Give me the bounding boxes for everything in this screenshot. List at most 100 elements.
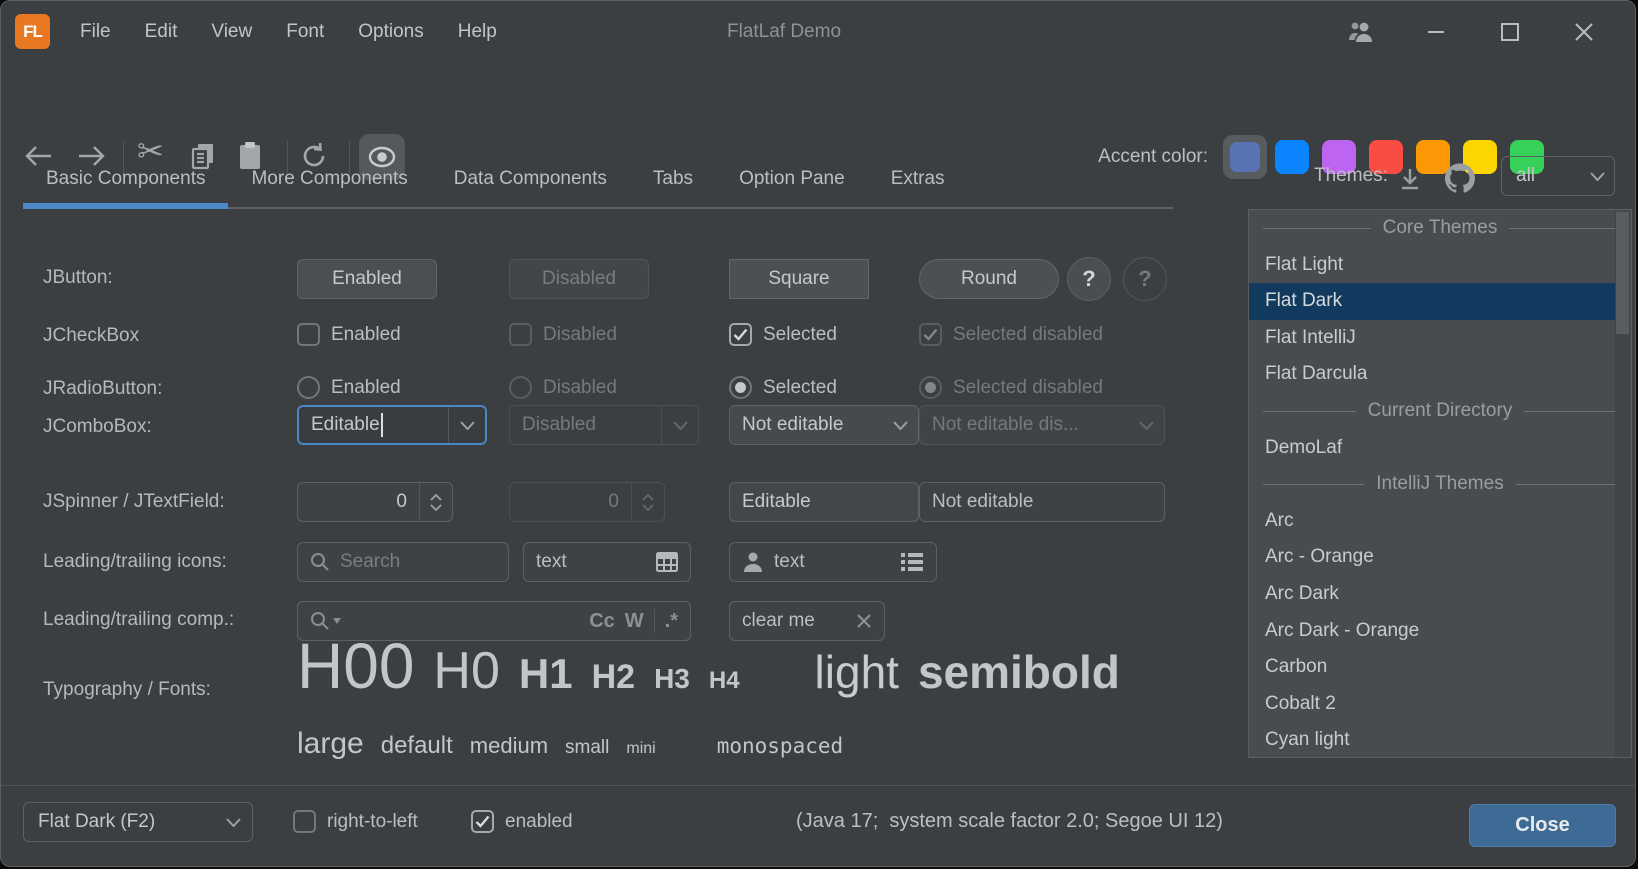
scrollbar-thumb[interactable]	[1616, 212, 1629, 334]
theme-item-flat-light[interactable]: Flat Light	[1249, 247, 1631, 284]
checkbox-icon	[509, 323, 532, 346]
chevron-down-icon[interactable]	[448, 407, 485, 443]
typography-headings: H00 H0 H1 H2 H3 H4 light semibold	[297, 629, 1120, 703]
theme-item-arc---orange[interactable]: Arc - Orange	[1249, 539, 1631, 576]
text-caret	[381, 413, 383, 437]
close-window-button[interactable]	[1569, 17, 1599, 47]
theme-item-arc-dark[interactable]: Arc Dark	[1249, 576, 1631, 613]
checkbox-selected[interactable]: Selected	[729, 323, 837, 346]
close-button[interactable]: Close	[1469, 804, 1616, 847]
theme-item-flat-intellij[interactable]: Flat IntelliJ	[1249, 320, 1631, 357]
radio-selected-icon	[919, 376, 942, 399]
download-icon[interactable]	[1397, 167, 1423, 193]
themes-filter-combobox[interactable]: all	[1501, 156, 1615, 196]
theme-item-carbon[interactable]: Carbon	[1249, 649, 1631, 686]
color-swatch-icon	[1275, 140, 1309, 174]
accent-swatch-default-blue[interactable]	[1223, 135, 1267, 179]
theme-item-arc-dark---orange[interactable]: Arc Dark - Orange	[1249, 613, 1631, 650]
theme-item-demolaf[interactable]: DemoLaf	[1249, 430, 1631, 467]
text-field-trailing-table[interactable]: text	[523, 542, 691, 582]
search-dropdown-icon[interactable]	[310, 611, 341, 631]
chevron-down-icon	[1580, 172, 1614, 181]
square-button[interactable]: Square	[729, 259, 869, 299]
size-mini: mini	[626, 740, 655, 758]
enabled-checkbox[interactable]: enabled	[471, 810, 573, 833]
size-medium: medium	[470, 733, 548, 759]
maximize-button[interactable]	[1495, 17, 1525, 47]
checkbox-checked-icon	[471, 810, 494, 833]
theme-item-flat-dark[interactable]: Flat Dark	[1249, 283, 1615, 320]
minimize-button[interactable]	[1421, 17, 1451, 47]
heading-h4: H4	[709, 667, 740, 695]
typography-sizes: large default medium small mini monospac…	[297, 727, 843, 761]
github-icon[interactable]	[1445, 163, 1475, 193]
title-bar: FL FileEditViewFontOptionsHelp FlatLaf D…	[1, 1, 1635, 63]
theme-group-separator: Current Directory	[1249, 393, 1631, 430]
jcombobox-label: JComboBox:	[43, 416, 152, 438]
spinner-arrows-icon	[631, 483, 664, 521]
radio-disabled: Disabled	[509, 376, 617, 399]
spinner-disabled: 0	[509, 482, 665, 522]
laf-combobox[interactable]: Flat Dark (F2)	[23, 802, 253, 842]
tab-tabs[interactable]: Tabs	[630, 151, 716, 207]
textfield-editable[interactable]: Editable	[729, 482, 919, 522]
radio-icon	[297, 376, 320, 399]
clear-icon[interactable]	[856, 613, 872, 629]
heading-h2: H2	[592, 658, 635, 697]
chevron-down-icon	[1128, 406, 1164, 444]
combobox-noneditable[interactable]: Not editable	[729, 405, 919, 445]
status-text: (Java 17; system scale factor 2.0; Segoe…	[796, 810, 1223, 833]
size-small: small	[565, 737, 609, 759]
theme-item-flat-darcula[interactable]: Flat Darcula	[1249, 356, 1631, 393]
disabled-button: Disabled	[509, 259, 649, 299]
tab-extras[interactable]: Extras	[868, 151, 968, 207]
menubar: FileEditViewFontOptionsHelp	[63, 1, 514, 63]
help-button-disabled: ?	[1123, 257, 1167, 301]
enabled-button[interactable]: Enabled	[297, 259, 437, 299]
chevron-down-icon	[214, 818, 252, 827]
heading-h3: H3	[654, 663, 690, 695]
round-button[interactable]: Round	[919, 259, 1059, 299]
menu-file[interactable]: File	[63, 21, 128, 43]
theme-item-cobalt-2[interactable]: Cobalt 2	[1249, 686, 1631, 723]
semibold-weight-sample: semibold	[918, 645, 1120, 699]
radio-enabled[interactable]: Enabled	[297, 376, 401, 399]
menu-edit[interactable]: Edit	[128, 21, 195, 43]
search-field[interactable]: Search	[297, 542, 509, 582]
theme-item-arc[interactable]: Arc	[1249, 503, 1631, 540]
theme-group-separator: IntelliJ Themes	[1249, 466, 1631, 503]
radio-icon	[509, 376, 532, 399]
leading-icons-label: Leading/trailing icons:	[43, 551, 227, 573]
checkbox-enabled[interactable]: Enabled	[297, 323, 401, 346]
tab-more-components[interactable]: More Components	[228, 151, 430, 207]
help-button[interactable]: ?	[1067, 257, 1111, 301]
users-icon[interactable]	[1347, 17, 1377, 47]
typography-label: Typography / Fonts:	[43, 679, 211, 701]
combobox-editable[interactable]: Editable	[297, 405, 487, 445]
theme-item-cyan-light[interactable]: Cyan light	[1249, 722, 1631, 758]
menu-view[interactable]: View	[194, 21, 269, 43]
leading-comp-label: Leading/trailing comp.:	[43, 609, 234, 631]
themes-label: Themes:	[1314, 165, 1388, 187]
radio-selected-icon	[729, 376, 752, 399]
table-icon[interactable]	[656, 552, 678, 572]
text-field-leading-user[interactable]: text	[729, 542, 937, 582]
spinner[interactable]: 0	[297, 482, 453, 522]
chevron-down-icon	[661, 406, 698, 444]
accent-swatch-blue[interactable]	[1270, 135, 1314, 179]
list-menu-icon[interactable]	[900, 552, 924, 572]
menu-font[interactable]: Font	[269, 21, 341, 43]
menu-help[interactable]: Help	[441, 21, 514, 43]
checkbox-disabled: Disabled	[509, 323, 617, 346]
size-large: large	[297, 727, 364, 761]
tab-bar: Basic ComponentsMore ComponentsData Comp…	[23, 151, 1173, 209]
tab-data-components[interactable]: Data Components	[431, 151, 630, 207]
radio-selected-disabled: Selected disabled	[919, 376, 1103, 399]
radio-selected[interactable]: Selected	[729, 376, 837, 399]
menu-options[interactable]: Options	[341, 21, 440, 43]
tab-basic-components[interactable]: Basic Components	[23, 151, 228, 207]
rtl-checkbox[interactable]: right-to-left	[293, 810, 418, 833]
tab-option-pane[interactable]: Option Pane	[716, 151, 868, 207]
spinner-arrows-icon[interactable]	[419, 483, 452, 521]
themes-list-scrollbar[interactable]	[1615, 211, 1630, 758]
